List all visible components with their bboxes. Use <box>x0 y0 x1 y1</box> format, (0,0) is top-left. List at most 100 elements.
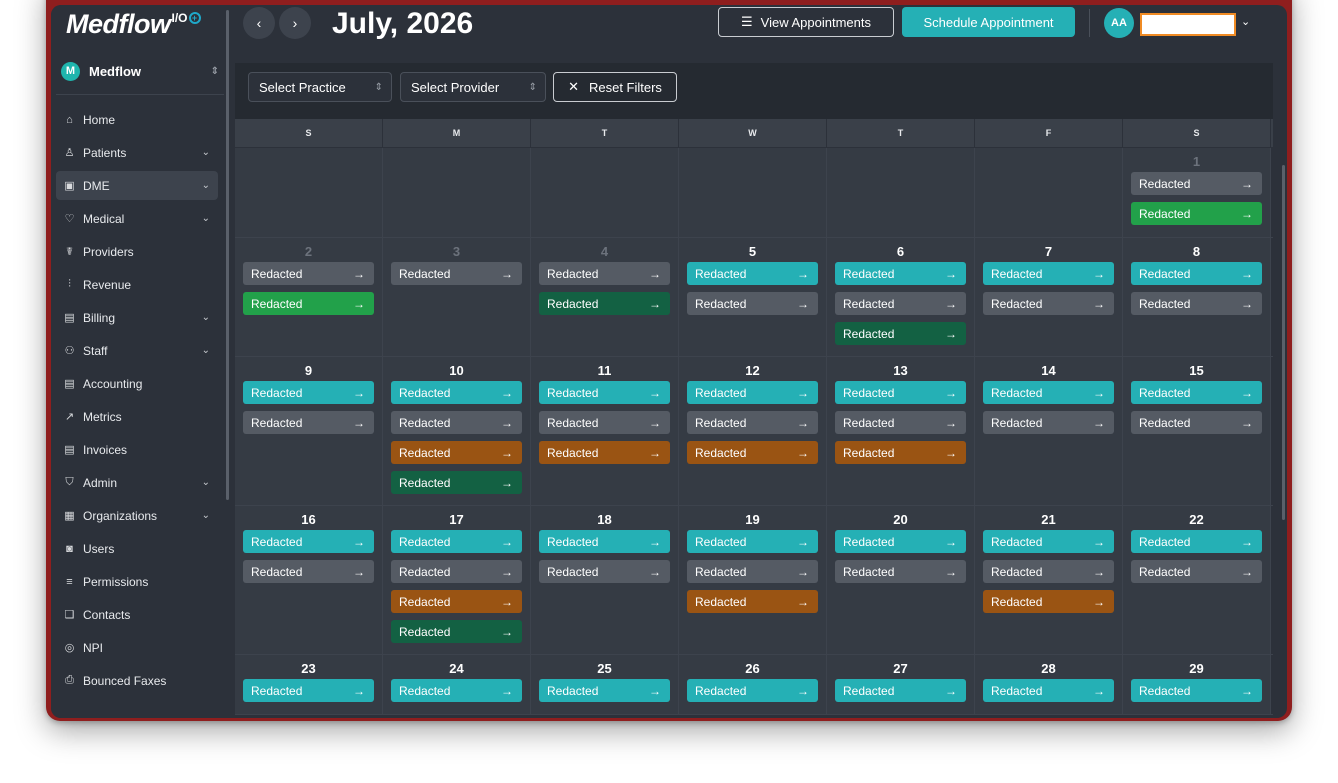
calendar-day-cell[interactable]: 4 Redacted → Redacted → <box>531 238 679 356</box>
calendar-day-cell[interactable]: 26 Redacted → <box>679 655 827 714</box>
appointment-chip[interactable]: Redacted → <box>539 560 670 583</box>
appointment-chip[interactable]: Redacted → <box>687 530 818 553</box>
appointment-chip[interactable]: Redacted → <box>835 381 966 404</box>
calendar-day-cell[interactable]: 1 Redacted → Redacted → <box>1123 148 1271 237</box>
appointment-chip[interactable]: Redacted → <box>835 530 966 553</box>
calendar-day-cell[interactable]: 28 Redacted → <box>975 655 1123 714</box>
calendar-day-cell[interactable]: 23 Redacted → <box>235 655 383 714</box>
sidebar-item-medical[interactable]: ♡ Medical ⌄ <box>56 204 218 233</box>
appointment-chip[interactable]: Redacted → <box>243 560 374 583</box>
appointment-chip[interactable]: Redacted → <box>983 530 1114 553</box>
sidebar-item-patients[interactable]: ♙ Patients ⌄ <box>56 138 218 167</box>
calendar-scrollbar[interactable] <box>1282 165 1285 520</box>
appointment-chip[interactable]: Redacted → <box>835 679 966 702</box>
calendar-day-cell[interactable]: 12 Redacted → Redacted → Redacted → <box>679 357 827 505</box>
select-practice[interactable]: Select Practice ⇕ <box>248 72 392 102</box>
appointment-chip[interactable]: Redacted → <box>391 560 522 583</box>
appointment-chip[interactable]: Redacted → <box>835 560 966 583</box>
calendar-day-cell[interactable] <box>235 148 383 237</box>
medflow-logo[interactable]: Medflow I/O + <box>66 9 201 43</box>
calendar-day-cell[interactable] <box>827 148 975 237</box>
sidebar-item-accounting[interactable]: ▤ Accounting <box>56 369 218 398</box>
appointment-chip[interactable]: Redacted → <box>687 560 818 583</box>
appointment-chip[interactable]: Redacted → <box>835 441 966 464</box>
appointment-chip[interactable]: Redacted → <box>1131 292 1262 315</box>
appointment-chip[interactable]: Redacted → <box>687 292 818 315</box>
prev-month-button[interactable]: ‹ <box>243 7 275 39</box>
calendar-day-cell[interactable]: 18 Redacted → Redacted → <box>531 506 679 654</box>
appointment-chip[interactable]: Redacted → <box>539 441 670 464</box>
appointment-chip[interactable]: Redacted → <box>243 411 374 434</box>
appointment-chip[interactable]: Redacted → <box>243 381 374 404</box>
calendar-day-cell[interactable] <box>975 148 1123 237</box>
appointment-chip[interactable]: Redacted → <box>243 262 374 285</box>
appointment-chip[interactable]: Redacted → <box>983 381 1114 404</box>
appointment-chip[interactable]: Redacted → <box>391 679 522 702</box>
appointment-chip[interactable]: Redacted → <box>687 262 818 285</box>
sidebar-item-billing[interactable]: ▤ Billing ⌄ <box>56 303 218 332</box>
appointment-chip[interactable]: Redacted → <box>391 441 522 464</box>
appointment-chip[interactable]: Redacted → <box>391 381 522 404</box>
appointment-chip[interactable]: Redacted → <box>539 679 670 702</box>
calendar-day-cell[interactable]: 3 Redacted → <box>383 238 531 356</box>
appointment-chip[interactable]: Redacted → <box>835 322 966 345</box>
calendar-day-cell[interactable]: 10 Redacted → Redacted → Redacted → Redacted → <box>383 357 531 505</box>
appointment-chip[interactable]: Redacted → <box>983 262 1114 285</box>
appointment-chip[interactable]: Redacted → <box>835 292 966 315</box>
sidebar-scrollbar[interactable] <box>226 10 229 500</box>
calendar-day-cell[interactable]: 29 Redacted → <box>1123 655 1271 714</box>
sidebar-item-bounced-faxes[interactable]: ⎙ Bounced Faxes <box>56 666 218 695</box>
appointment-chip[interactable]: Redacted → <box>983 560 1114 583</box>
appointment-chip[interactable]: Redacted → <box>391 620 522 643</box>
appointment-chip[interactable]: Redacted → <box>1131 262 1262 285</box>
calendar-day-cell[interactable]: 6 Redacted → Redacted → Redacted → <box>827 238 975 356</box>
view-appointments-button[interactable]: ☰ View Appointments <box>718 7 894 37</box>
calendar-day-cell[interactable]: 27 Redacted → <box>827 655 975 714</box>
appointment-chip[interactable]: Redacted → <box>539 292 670 315</box>
calendar-day-cell[interactable]: 22 Redacted → Redacted → <box>1123 506 1271 654</box>
appointment-chip[interactable]: Redacted → <box>983 411 1114 434</box>
sidebar-item-metrics[interactable]: ↗ Metrics <box>56 402 218 431</box>
calendar-day-cell[interactable]: 13 Redacted → Redacted → Redacted → <box>827 357 975 505</box>
appointment-chip[interactable]: Redacted → <box>687 590 818 613</box>
user-avatar[interactable]: AA <box>1104 8 1134 38</box>
appointment-chip[interactable]: Redacted → <box>243 530 374 553</box>
appointment-chip[interactable]: Redacted → <box>687 411 818 434</box>
calendar-day-cell[interactable]: 24 Redacted → <box>383 655 531 714</box>
chevron-down-icon[interactable]: ⌄ <box>1241 15 1250 28</box>
appointment-chip[interactable]: Redacted → <box>1131 560 1262 583</box>
appointment-chip[interactable]: Redacted → <box>243 679 374 702</box>
appointment-chip[interactable]: Redacted → <box>687 441 818 464</box>
calendar-day-cell[interactable]: 9 Redacted → Redacted → <box>235 357 383 505</box>
calendar-day-cell[interactable]: 2 Redacted → Redacted → <box>235 238 383 356</box>
appointment-chip[interactable]: Redacted → <box>243 292 374 315</box>
sidebar-item-organizations[interactable]: ▦ Organizations ⌄ <box>56 501 218 530</box>
sidebar-item-providers[interactable]: ☤ Providers <box>56 237 218 266</box>
appointment-chip[interactable]: Redacted → <box>391 471 522 494</box>
appointment-chip[interactable]: Redacted → <box>539 411 670 434</box>
appointment-chip[interactable]: Redacted → <box>539 381 670 404</box>
calendar-day-cell[interactable]: 16 Redacted → Redacted → <box>235 506 383 654</box>
sidebar-item-revenue[interactable]: ⫶ Revenue <box>56 270 218 299</box>
calendar-day-cell[interactable]: 25 Redacted → <box>531 655 679 714</box>
appointment-chip[interactable]: Redacted → <box>1131 679 1262 702</box>
appointment-chip[interactable]: Redacted → <box>1131 172 1262 195</box>
appointment-chip[interactable]: Redacted → <box>1131 202 1262 225</box>
appointment-chip[interactable]: Redacted → <box>391 530 522 553</box>
appointment-chip[interactable]: Redacted → <box>1131 530 1262 553</box>
next-month-button[interactable]: › <box>279 7 311 39</box>
calendar-day-cell[interactable] <box>531 148 679 237</box>
sidebar-item-contacts[interactable]: ❑ Contacts <box>56 600 218 629</box>
calendar-day-cell[interactable]: 5 Redacted → Redacted → <box>679 238 827 356</box>
calendar-day-cell[interactable]: 7 Redacted → Redacted → <box>975 238 1123 356</box>
org-switcher[interactable]: M Medflow ⇕ <box>61 60 219 82</box>
calendar-day-cell[interactable]: 11 Redacted → Redacted → Redacted → <box>531 357 679 505</box>
calendar-day-cell[interactable] <box>383 148 531 237</box>
appointment-chip[interactable]: Redacted → <box>539 530 670 553</box>
appointment-chip[interactable]: Redacted → <box>835 262 966 285</box>
appointment-chip[interactable]: Redacted → <box>983 679 1114 702</box>
calendar-day-cell[interactable]: 19 Redacted → Redacted → Redacted → <box>679 506 827 654</box>
sidebar-item-admin[interactable]: ⛉ Admin ⌄ <box>56 468 218 497</box>
reset-filters-button[interactable]: ✕ Reset Filters <box>553 72 677 102</box>
appointment-chip[interactable]: Redacted → <box>391 590 522 613</box>
